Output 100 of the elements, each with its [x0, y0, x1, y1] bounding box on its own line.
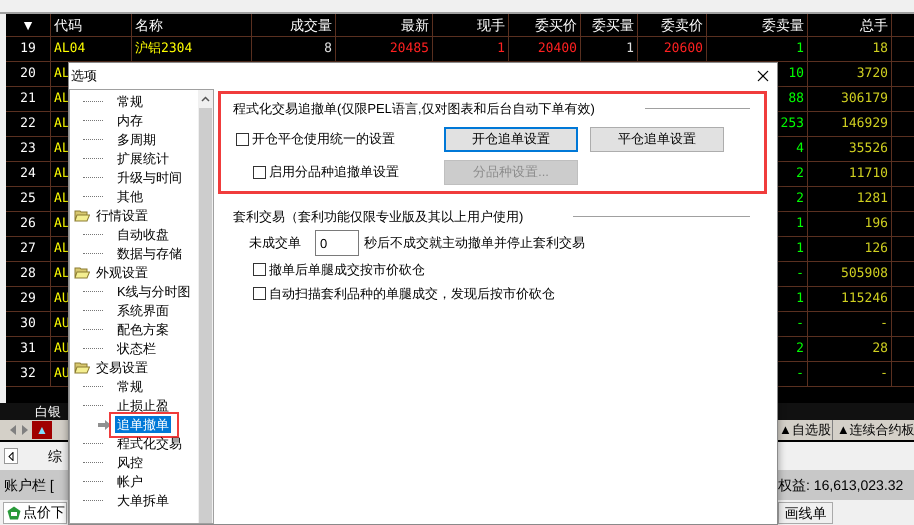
tree-item[interactable]: 大单拆单: [115, 492, 171, 508]
column-header[interactable]: 委卖价: [638, 14, 707, 36]
tree-folder[interactable]: 行情设置: [96, 206, 148, 226]
tree-item[interactable]: 止损止盈: [115, 396, 171, 414]
pentagon-icon: [7, 506, 21, 520]
table-cell-text: -: [796, 265, 804, 284]
column-header[interactable]: 总手: [808, 14, 892, 36]
table-cell-text: 32: [20, 365, 36, 384]
column-header[interactable]: 委买量: [581, 14, 638, 36]
folder-icon: [74, 266, 90, 279]
table-cell-text: 3720: [856, 65, 888, 84]
column-header[interactable]: 委买价: [509, 14, 581, 36]
table-cell-text: AL: [54, 265, 70, 284]
checkbox-label: 开仓平仓使用统一的设置: [252, 130, 395, 148]
column-header[interactable]: 名称: [132, 14, 252, 36]
table-cell-text: 2: [796, 165, 804, 184]
table-cell-text: 126: [864, 240, 888, 258]
checkbox-label: 自动扫描套利品种的单腿成交，发现后按市价砍仓: [269, 284, 555, 302]
tree-item[interactable]: 自动收盘: [115, 226, 171, 242]
scrollbar-thumb[interactable]: [199, 108, 212, 523]
tree-item[interactable]: 程式化交易: [115, 434, 184, 452]
scrollbar[interactable]: [198, 90, 213, 523]
table-cell-text: 1: [497, 40, 505, 58]
table-cell-text: 20485: [390, 40, 429, 58]
checkbox-label: 启用分品种追撤单设置: [269, 163, 399, 182]
text-label: 未成交单: [248, 234, 302, 252]
settings-button[interactable]: 开仓追单设置: [444, 126, 578, 152]
tree-item[interactable]: 追单撤单: [115, 416, 171, 432]
table-cell-text: 29: [20, 290, 36, 308]
table-cell-text: 28: [872, 340, 888, 358]
table-cell-text: 22: [20, 115, 36, 134]
table-cell-text: 21: [20, 90, 36, 108]
footer-label: 白银: [35, 402, 61, 421]
table-cell-text: AL: [54, 115, 70, 134]
column-header[interactable]: 现手: [433, 14, 509, 36]
column-header[interactable]: 委卖量: [707, 14, 808, 36]
tree-item[interactable]: 扩展统计: [115, 150, 171, 166]
order-button[interactable]: 点价下: [3, 502, 67, 524]
draw-line-order-button[interactable]: 画线单: [778, 502, 833, 524]
checkbox[interactable]: [253, 166, 266, 178]
tree-item[interactable]: 其他: [115, 188, 145, 204]
folder-icon: [74, 361, 90, 374]
table-cell-text: AL: [54, 190, 70, 208]
table-cell-text: 25: [20, 190, 36, 208]
checkbox[interactable]: [253, 263, 266, 276]
table-cell-text: -: [880, 315, 888, 334]
table-cell-text: 27: [20, 240, 36, 258]
left-arrow-icon[interactable]: [8, 424, 18, 436]
table-cell-text: 26: [20, 215, 36, 234]
folder-icon: [74, 209, 90, 222]
column-header[interactable]: 最新: [336, 14, 433, 36]
settings-button[interactable]: 平仓追单设置: [590, 126, 724, 152]
table-cell-text: AL: [54, 165, 70, 184]
highlight-frame: [109, 412, 179, 438]
table-cell-text: 505908: [841, 265, 888, 284]
table-cell-text: AL: [54, 240, 70, 258]
table-cell-text: -: [880, 365, 888, 384]
seconds-input[interactable]: 0: [315, 230, 359, 256]
tree-item[interactable]: 数据与存储: [115, 244, 184, 262]
tree-item[interactable]: 内存: [115, 112, 145, 128]
tree-item[interactable]: 状态栏: [115, 340, 158, 356]
table-cell-text: 35526: [848, 140, 888, 158]
table-cell-text: AL: [54, 90, 70, 108]
tree-item[interactable]: 多周期: [115, 130, 158, 148]
tree-item[interactable]: K线与分时图: [115, 282, 193, 300]
table-cell-text: 30: [20, 315, 36, 334]
column-header[interactable]: 代码: [51, 14, 132, 36]
table-cell-text: -: [796, 315, 804, 334]
tree-item[interactable]: 配色方案: [115, 320, 171, 338]
checkbox[interactable]: [236, 132, 249, 146]
tree-item[interactable]: 风控: [115, 454, 145, 470]
sheet-tab[interactable]: ▲: [32, 421, 52, 439]
tree-item[interactable]: 常规: [115, 378, 145, 394]
close-icon[interactable]: [757, 70, 769, 82]
table-cell-text: 20600: [664, 40, 703, 58]
table-cell-text: 88: [788, 90, 804, 108]
right-arrow-icon[interactable]: [20, 424, 30, 436]
table-cell-text: AL: [54, 215, 70, 234]
scroll-left-button[interactable]: [4, 448, 18, 464]
column-header[interactable]: ▼: [6, 14, 51, 36]
table-cell-text: 31: [20, 340, 36, 358]
table-cell-text: 23: [20, 140, 36, 158]
table-cell-text: 1: [796, 290, 804, 308]
table-cell-text: 8: [324, 40, 332, 58]
arrow-icon: [98, 420, 111, 430]
panel-tab[interactable]: 综: [26, 446, 62, 466]
tree-item[interactable]: 系统界面: [115, 302, 171, 318]
tree-item[interactable]: 升级与时间: [115, 168, 184, 186]
table-cell-text: 18: [872, 40, 888, 58]
tree-folder[interactable]: 外观设置: [96, 262, 148, 282]
column-header[interactable]: 成交量: [252, 14, 336, 36]
tree-folder[interactable]: 交易设置: [96, 358, 148, 378]
group-title: 套利交易（套利功能仅限专业版及其以上用户使用): [233, 208, 524, 226]
window-title: 选项: [71, 67, 97, 86]
left-arrow-icon: [8, 452, 14, 460]
tree-item[interactable]: 帐户: [115, 472, 145, 490]
tree-item[interactable]: 常规: [115, 92, 145, 110]
table-cell-text: 306179: [841, 90, 888, 108]
table-cell-text: -: [796, 365, 804, 384]
checkbox[interactable]: [253, 286, 266, 300]
